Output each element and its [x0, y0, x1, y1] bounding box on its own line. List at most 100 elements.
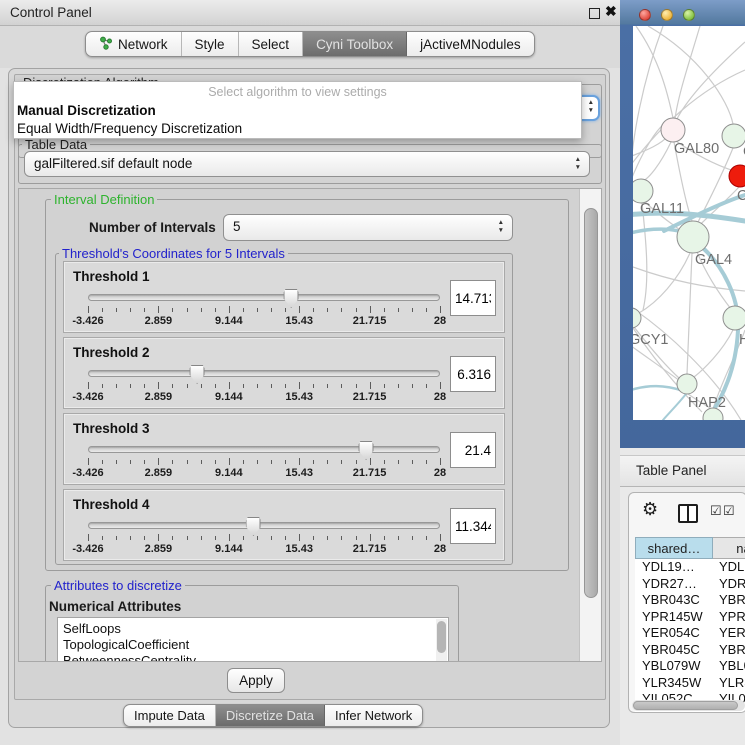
network-node[interactable]: [703, 408, 723, 428]
tick-mark: [341, 384, 342, 388]
numerical-attributes-list[interactable]: SelfLoopsTopologicalCoefficientBetweenne…: [57, 617, 449, 662]
tick-mark: [271, 460, 272, 464]
columns-icon[interactable]: [678, 504, 698, 523]
tick-mark: [144, 536, 145, 540]
tick-mark: [243, 308, 244, 312]
threshold-value-field[interactable]: [450, 508, 496, 544]
apply-button[interactable]: Apply: [227, 668, 285, 693]
table-horizontal-scrollbar[interactable]: [632, 700, 745, 711]
tick-mark: [384, 460, 385, 464]
threshold-value-field[interactable]: [450, 432, 496, 468]
tick-mark: [299, 382, 300, 389]
table-row[interactable]: YLR345WYLR3: [635, 675, 745, 692]
table-row[interactable]: YDL19…YDL1: [635, 559, 745, 576]
checkbox-icon[interactable]: ☑: [710, 503, 722, 519]
tab-select[interactable]: Select: [239, 32, 304, 56]
tab-discretize-data[interactable]: Discretize Data: [216, 705, 325, 726]
tab-impute-data[interactable]: Impute Data: [124, 705, 216, 726]
network-node[interactable]: [722, 124, 745, 148]
tick-mark: [229, 306, 230, 313]
table-row[interactable]: YDR27…YDR2: [635, 576, 745, 593]
tick-mark: [102, 308, 103, 312]
tick-mark: [130, 384, 131, 388]
network-node-label: GCY1: [629, 332, 669, 348]
threshold-panel: Threshold 3-3.4262.8599.14415.4321.71528: [63, 413, 505, 485]
network-node[interactable]: [677, 221, 709, 253]
gear-icon[interactable]: ⚙: [642, 499, 658, 520]
threshold-value-field[interactable]: [450, 356, 496, 392]
tick-mark: [187, 460, 188, 464]
scrollbar-thumb[interactable]: [633, 701, 738, 710]
tick-mark: [229, 382, 230, 389]
tick-mark: [285, 536, 286, 540]
column-header-shared-name[interactable]: shared…: [635, 537, 713, 559]
threshold-slider[interactable]: -3.4262.8599.14415.4321.71528: [88, 522, 440, 556]
network-node[interactable]: [621, 308, 641, 328]
float-window-icon[interactable]: [589, 8, 600, 19]
screen: Control Panel ✖ NetworkStyleSelectCyni T…: [0, 0, 745, 745]
tab-jactivemnodules[interactable]: jActiveMNodules: [407, 32, 534, 56]
close-icon[interactable]: ✖: [605, 3, 617, 20]
tick-mark: [299, 534, 300, 541]
tick-mark: [313, 536, 314, 540]
table-row[interactable]: YBL079WYBL0: [635, 658, 745, 675]
network-node[interactable]: [661, 118, 685, 142]
tab-network[interactable]: Network: [86, 32, 182, 56]
threshold-value-field[interactable]: [450, 280, 496, 316]
network-node-label: GAL4: [695, 252, 732, 268]
table-cell: YBR0: [713, 642, 745, 659]
attribute-list-item[interactable]: BetweennessCentrality: [58, 653, 448, 662]
dropdown-item[interactable]: Manual Discretization: [14, 102, 581, 120]
tab-style[interactable]: Style: [182, 32, 239, 56]
interval-definition-title: Interval Definition: [51, 192, 157, 207]
threshold-label: Threshold 4: [73, 497, 150, 512]
table-row[interactable]: YER054CYER0: [635, 625, 745, 642]
checkbox-icon[interactable]: ☑: [723, 503, 735, 519]
network-node[interactable]: [677, 374, 697, 394]
threshold-slider[interactable]: -3.4262.8599.14415.4321.71528: [88, 294, 440, 328]
slider-ticks: [88, 458, 440, 466]
tab-infer-network[interactable]: Infer Network: [325, 705, 422, 726]
list-scrollbar[interactable]: [436, 619, 447, 662]
threshold-slider[interactable]: -3.4262.8599.14415.4321.71528: [88, 446, 440, 480]
tick-mark: [426, 308, 427, 312]
tick-mark: [257, 536, 258, 540]
attribute-list-item[interactable]: SelfLoops: [58, 621, 448, 637]
tick-mark: [299, 306, 300, 313]
tick-mark: [412, 384, 413, 388]
tick-mark: [384, 384, 385, 388]
tick-label: -3.426: [72, 543, 103, 555]
tick-label: 9.144: [215, 543, 243, 555]
network-node[interactable]: [629, 179, 653, 203]
network-node[interactable]: [723, 306, 745, 330]
tick-mark: [187, 384, 188, 388]
tick-mark: [327, 384, 328, 388]
settings-scrollbar[interactable]: [579, 189, 601, 661]
tick-mark: [271, 384, 272, 388]
column-header-name[interactable]: name: [713, 537, 745, 559]
table-data-group-title: Table Data: [22, 137, 90, 152]
table-row[interactable]: YBR043CYBR0: [635, 592, 745, 609]
scrollbar-thumb[interactable]: [437, 621, 446, 653]
tab-cyni-toolbox[interactable]: Cyni Toolbox: [303, 32, 407, 56]
tick-mark: [130, 460, 131, 464]
network-canvas[interactable]: GAL80GAGAL11GAL4CGCY1HHAP2: [620, 0, 745, 448]
tick-mark: [215, 308, 216, 312]
tick-mark: [327, 460, 328, 464]
number-of-intervals-spinner[interactable]: 5 ▲▼: [223, 214, 513, 241]
tick-mark: [215, 460, 216, 464]
attribute-list-item[interactable]: TopologicalCoefficient: [58, 637, 448, 653]
tick-mark: [412, 536, 413, 540]
tick-mark: [313, 460, 314, 464]
table-cell: YER054C: [635, 625, 713, 642]
table-cell: YBR043C: [635, 592, 713, 609]
scrollbar-thumb[interactable]: [584, 208, 598, 598]
dropdown-item[interactable]: Equal Width/Frequency Discretization: [14, 120, 581, 138]
table-data-combobox[interactable]: galFiltered.sif default node ▲▼: [24, 151, 590, 177]
table-row[interactable]: YBR045CYBR0: [635, 642, 745, 659]
tick-mark: [398, 460, 399, 464]
tick-label: -3.426: [72, 467, 103, 479]
table-row[interactable]: YPR145WYPR1: [635, 609, 745, 626]
tick-mark: [116, 536, 117, 540]
threshold-slider[interactable]: -3.4262.8599.14415.4321.71528: [88, 370, 440, 404]
